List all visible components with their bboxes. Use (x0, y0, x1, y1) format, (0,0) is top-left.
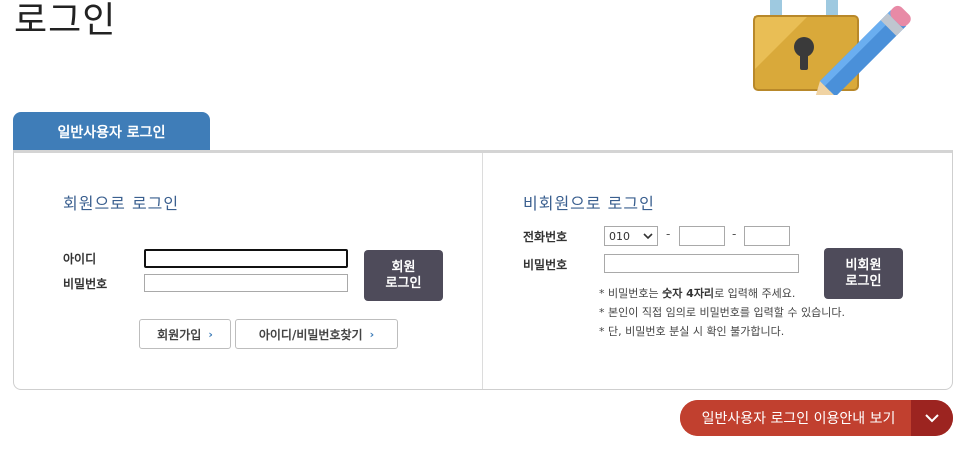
login-guide-label: 일반사용자 로그인 이용안내 보기 (680, 400, 911, 436)
member-login-title: 회원으로 로그인 (63, 194, 180, 213)
member-login-button-line2: 로그인 (385, 275, 422, 291)
join-button-label: 회원가입 (157, 327, 202, 342)
join-button[interactable]: 회원가입 › (139, 319, 231, 349)
phone-last-input[interactable] (744, 226, 790, 246)
phone-dash-1: - (666, 227, 671, 241)
guest-login-title: 비회원으로 로그인 (523, 194, 655, 213)
phone-prefix-select[interactable]: 010 (604, 226, 658, 246)
member-password-label: 비밀번호 (63, 277, 108, 291)
guest-password-input[interactable] (604, 254, 799, 273)
note-2: * 본인이 직접 임의로 비밀번호를 입력할 수 있습니다. (599, 306, 845, 319)
note-3: * 단, 비밀번호 분실 시 확인 불가합니다. (599, 325, 785, 338)
chevron-down-icon (911, 400, 953, 436)
phone-dash-2: - (732, 227, 737, 241)
note-1-prefix: * 비밀번호는 (599, 287, 663, 300)
tab-general-user-login[interactable]: 일반사용자 로그인 (13, 112, 210, 151)
chevron-down-icon (643, 232, 653, 239)
guest-login-button-line2: 로그인 (845, 273, 882, 289)
member-id-input[interactable] (144, 249, 348, 268)
phone-prefix-value: 010 (609, 229, 630, 243)
note-1: * 비밀번호는 숫자 4자리로 입력해 주세요. (599, 284, 845, 303)
member-password-input[interactable] (144, 274, 348, 292)
lock-pencil-illustration (753, 0, 911, 95)
find-id-password-label: 아이디/비밀번호찾기 (258, 327, 363, 342)
guest-login-button-line1: 비회원 (845, 257, 882, 273)
guest-password-notes: * 비밀번호는 숫자 4자리로 입력해 주세요. * 본인이 직접 임의로 비밀… (599, 284, 845, 341)
member-id-label: 아이디 (63, 252, 97, 266)
phone-middle-input[interactable] (679, 226, 725, 246)
member-login-button[interactable]: 회원 로그인 (364, 250, 443, 301)
guest-password-label: 비밀번호 (523, 258, 568, 272)
login-guide-button[interactable]: 일반사용자 로그인 이용안내 보기 (680, 400, 953, 436)
page-title: 로그인 (14, 0, 117, 41)
login-panel (13, 150, 953, 390)
guest-phone-label: 전화번호 (523, 230, 568, 244)
note-1-bold: 숫자 4자리 (662, 287, 715, 300)
chevron-right-icon: › (369, 327, 375, 341)
panel-divider (482, 153, 483, 389)
find-id-password-button[interactable]: 아이디/비밀번호찾기 › (235, 319, 398, 349)
member-login-button-line1: 회원 (391, 259, 416, 275)
chevron-right-icon: › (208, 327, 213, 341)
note-1-suffix: 로 입력해 주세요. (714, 287, 796, 300)
